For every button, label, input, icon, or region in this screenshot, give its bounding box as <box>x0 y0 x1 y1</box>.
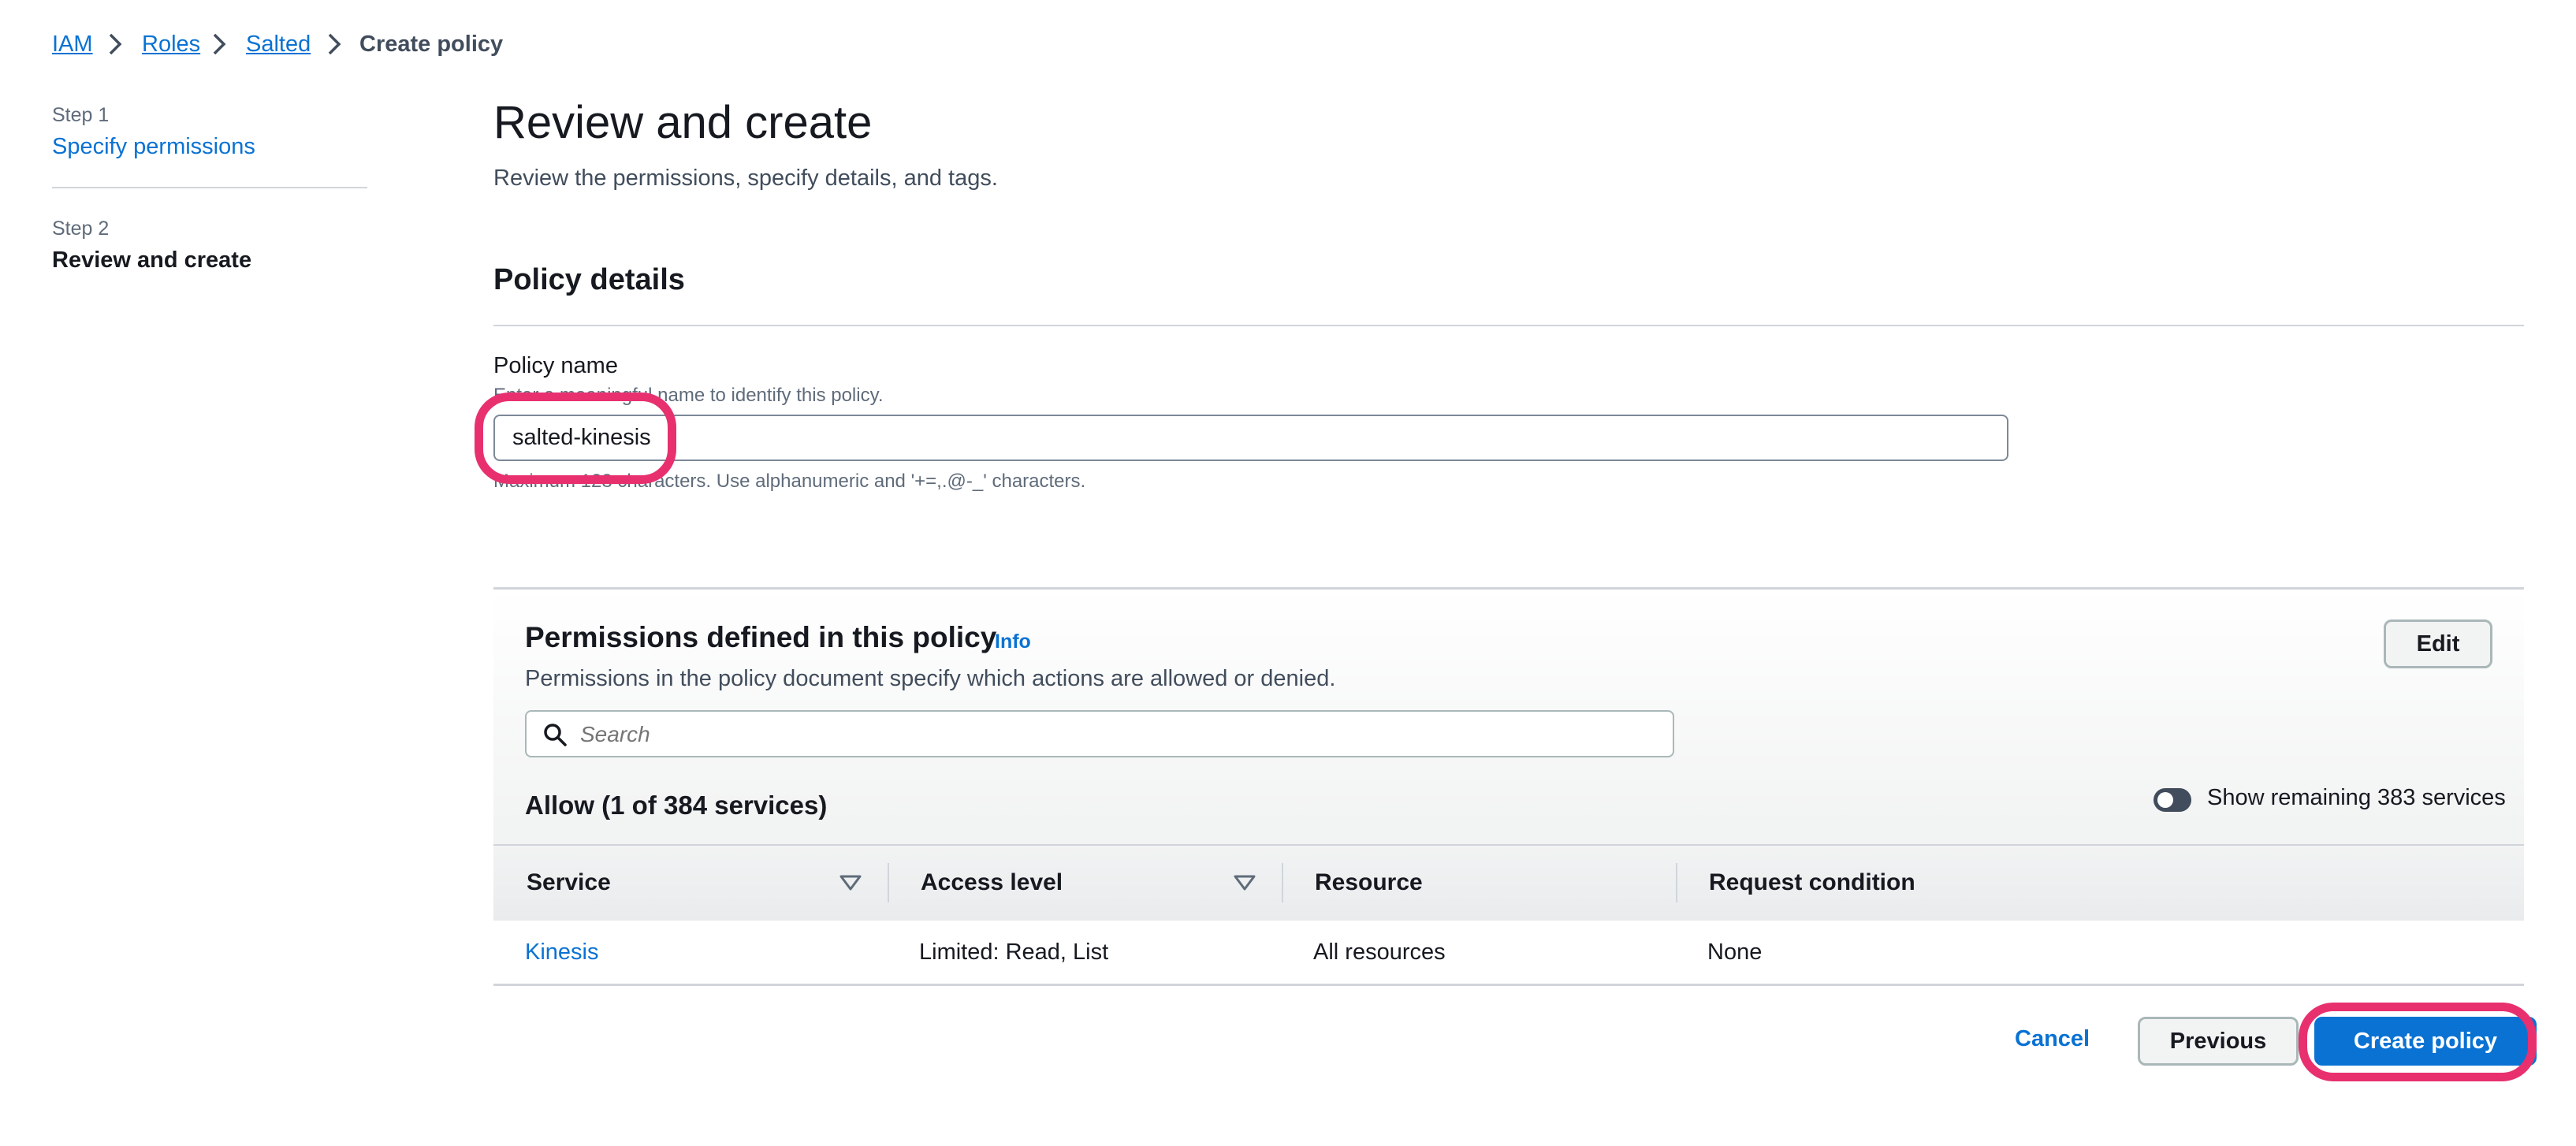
toggle-track[interactable] <box>2153 788 2191 812</box>
column-header-resource: Resource <box>1315 869 1423 895</box>
breadcrumb-salted-link[interactable]: Salted <box>246 28 311 60</box>
breadcrumb-iam-link[interactable]: IAM <box>52 28 93 60</box>
breadcrumb-current: Create policy <box>359 32 504 57</box>
section-divider <box>493 325 2524 326</box>
column-divider <box>1282 863 1283 902</box>
chevron-right-icon <box>328 33 341 55</box>
allow-heading: Allow (1 of 384 services) <box>525 791 828 820</box>
column-divider <box>1676 863 1677 902</box>
step-divider <box>52 187 367 188</box>
step-1-link[interactable]: Specify permissions <box>52 134 255 160</box>
permissions-panel: Permissions defined in this policy Info … <box>493 587 2524 986</box>
edit-button[interactable]: Edit <box>2384 620 2492 668</box>
table-row: Kinesis Limited: Read, List All resource… <box>493 921 2524 986</box>
chevron-right-icon <box>109 33 122 55</box>
create-policy-button[interactable]: Create policy <box>2314 1017 2537 1066</box>
search-input[interactable] <box>579 716 1662 753</box>
column-header-request-condition: Request condition <box>1709 869 1915 895</box>
access-level-cell: Limited: Read, List <box>919 939 1109 965</box>
policy-name-label: Policy name <box>493 353 618 378</box>
policy-details-heading: Policy details <box>493 263 685 296</box>
column-header-service[interactable]: Service <box>527 869 611 896</box>
column-divider <box>888 863 889 902</box>
page-title: Review and create <box>493 97 873 148</box>
policy-name-input[interactable] <box>493 415 2008 461</box>
table-header: Service Access level Resource Request co… <box>493 844 2524 922</box>
step-2-current: Review and create <box>52 247 252 273</box>
policy-name-constraint: Maximum 128 characters. Use alphanumeric… <box>493 471 1086 492</box>
sort-icon[interactable] <box>1233 874 1256 891</box>
chevron-right-icon <box>213 33 226 55</box>
breadcrumb-roles-link[interactable]: Roles <box>142 28 200 60</box>
sort-icon[interactable] <box>839 874 862 891</box>
previous-button[interactable]: Previous <box>2138 1017 2299 1066</box>
search-box[interactable] <box>525 710 1674 757</box>
column-header-access-level[interactable]: Access level <box>921 869 1063 896</box>
permissions-heading: Permissions defined in this policy <box>525 621 997 653</box>
step-2-number: Step 2 <box>52 218 110 240</box>
page-subtitle: Review the permissions, specify details,… <box>493 166 998 191</box>
toggle-label: Show remaining 383 services <box>2207 785 2506 810</box>
step-1-number: Step 1 <box>52 104 110 126</box>
resource-cell: All resources <box>1313 939 1446 965</box>
service-link[interactable]: Kinesis <box>525 939 599 966</box>
toggle-knob <box>2157 792 2173 808</box>
info-link[interactable]: Info <box>995 631 1031 653</box>
permissions-description: Permissions in the policy document speci… <box>525 666 1336 691</box>
search-icon <box>544 724 567 746</box>
cancel-button[interactable]: Cancel <box>2015 1026 2090 1052</box>
policy-name-description: Enter a meaningful name to identify this… <box>493 385 884 406</box>
request-condition-cell: None <box>1707 939 1763 965</box>
